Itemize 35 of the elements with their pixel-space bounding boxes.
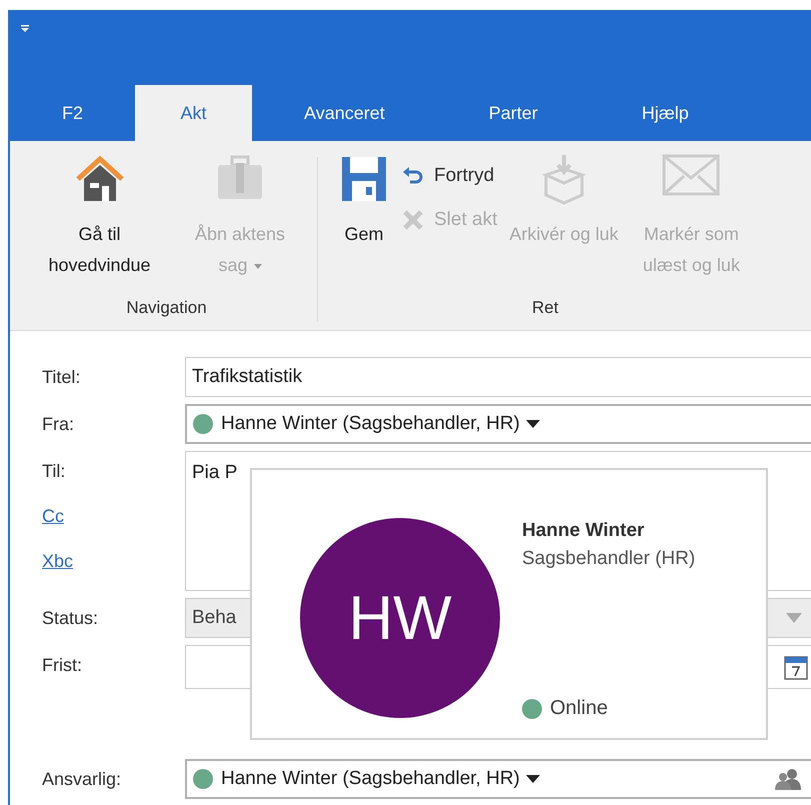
ribbon-tab[interactable]: Avanceret [252,85,437,141]
person-name: Hanne Winter (Sagsbehandler, HR) [221,413,520,435]
avatar-initials: HW [300,518,500,718]
person-field[interactable]: Hanne Winter (Sagsbehandler, HR) [185,759,811,799]
field-label: Ansvarlig: [42,769,122,790]
caret-icon [526,420,540,428]
field-label: Titel: [42,367,82,388]
link[interactable]: Cc [42,506,185,527]
ribbon-tab[interactable]: Akt [135,85,252,141]
person-name: Hanne Winter (Sagsbehandler, HR) [221,768,520,790]
group-label: Navigation [126,298,207,318]
ribbon-button[interactable]: Gå til hovedvindue [26,153,173,298]
calendar-icon[interactable] [784,654,808,680]
group-label: Ret [532,298,558,318]
dropdown-arrow-icon [786,613,802,623]
field-label: Status: [42,608,100,629]
ribbon-button[interactable]: Fortryd [402,157,498,195]
presence-label: Online [550,697,608,720]
undo-arrow-icon [402,166,424,186]
contact-role: Sagsbehandler (HR) [522,548,696,570]
caret-icon [526,775,540,783]
person-field[interactable]: Hanne Winter (Sagsbehandler, HR) [185,404,811,444]
people-icon[interactable] [775,768,801,790]
ribbon-button[interactable]: Gem [332,153,396,298]
field-label: Frist: [42,655,83,676]
field-label: Fra: [42,414,76,435]
contact-name: Hanne Winter [522,520,646,542]
ribbon-tab[interactable]: F2 [10,85,136,141]
ribbon-tab[interactable]: Hjælp [590,85,741,141]
field-label: Til: [42,461,66,482]
cross-icon [402,210,424,230]
link[interactable]: Xbc [42,551,185,572]
text-field[interactable]: Trafikstatistik [185,357,811,397]
quick-access-icon[interactable] [20,24,30,34]
ribbon-tab[interactable]: Parter [436,85,590,141]
